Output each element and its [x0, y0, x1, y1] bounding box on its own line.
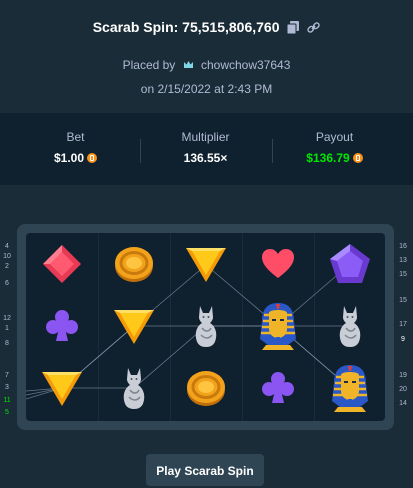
purple-pentagon-gem-icon — [330, 244, 370, 283]
slot-symbol-gold-coin — [98, 233, 170, 295]
purple-club-icon — [262, 372, 294, 403]
payline-number: 14 — [399, 400, 407, 407]
red-diamond-gem-icon — [43, 245, 81, 283]
bet-title: Scarab Spin: 75,515,806,760 — [92, 19, 280, 35]
bet-date: on 2/15/2022 at 2:43 PM — [140, 82, 273, 96]
slot-symbol-cat-statue — [98, 357, 170, 419]
multiplier-label: Multiplier — [181, 130, 230, 144]
vip-crown-icon — [181, 59, 195, 74]
payline-number: 19 — [399, 372, 407, 379]
red-heart-icon — [262, 249, 294, 278]
payout-value: $136.79 — [306, 151, 350, 165]
slot-symbol-gold-coin — [170, 357, 242, 419]
payline-number: 6 — [5, 280, 9, 287]
purple-club-icon — [46, 310, 78, 341]
payline-number: 11 — [3, 397, 11, 404]
gold-coin-icon — [115, 247, 153, 282]
payline-number: 4 — [5, 243, 9, 250]
pharaoh-mask-icon — [332, 365, 368, 412]
cat-statue-icon — [195, 306, 217, 347]
bet-label: Bet — [66, 130, 85, 144]
bitcoin-icon — [352, 153, 363, 163]
payline-number: 7 — [5, 372, 9, 379]
yellow-triangle-gem-icon — [114, 310, 154, 344]
slot-board — [17, 224, 394, 430]
play-scarab-spin-button[interactable]: Play Scarab Spin — [146, 454, 264, 486]
link-icon[interactable] — [307, 21, 321, 37]
payout-stat: Payout $136.79 — [266, 113, 403, 185]
slot-symbol-pharaoh-mask — [314, 357, 385, 419]
bet-stat: Bet $1.00 — [7, 113, 144, 185]
bet-value: $1.00 — [53, 151, 85, 165]
slot-symbol-yellow-triangle-gem — [26, 357, 98, 419]
yellow-triangle-gem-icon — [186, 248, 226, 282]
cat-statue-icon — [339, 306, 361, 347]
cat-statue-icon — [123, 368, 145, 409]
payline-number: 13 — [399, 257, 407, 264]
slot-symbol-purple-pentagon-gem — [314, 233, 385, 295]
multiplier-stat: Multiplier 136.55× — [137, 113, 274, 185]
bet-stats: Bet $1.00 Multiplier 136.55× Payout $136… — [0, 113, 413, 185]
yellow-triangle-gem-icon — [42, 372, 82, 406]
slot-symbol-yellow-triangle-gem — [170, 233, 242, 295]
multiplier-value: 136.55× — [183, 151, 228, 165]
payline-number: 3 — [5, 384, 9, 391]
payline-number: 17 — [399, 321, 407, 328]
bet-header: Scarab Spin: 75,515,806,760 Placed by ch… — [0, 0, 413, 113]
slot-symbol-purple-club — [242, 357, 314, 419]
slot-symbol-pharaoh-mask — [242, 295, 314, 357]
payout-label: Payout — [315, 130, 354, 144]
slot-symbol-purple-club — [26, 295, 98, 357]
payline-number: 8 — [5, 340, 9, 347]
slot-reels — [26, 233, 385, 421]
slot-symbol-cat-statue — [170, 295, 242, 357]
bet-title-row: Scarab Spin: 75,515,806,760 — [0, 19, 413, 37]
slot-symbol-red-diamond-gem — [26, 233, 98, 295]
payline-number: 20 — [399, 386, 407, 393]
username-link[interactable]: chowchow37643 — [201, 58, 290, 72]
gold-coin-icon — [187, 371, 225, 406]
payline-number: 15 — [399, 271, 407, 278]
payline-number: 16 — [399, 243, 407, 250]
payline-number: 10 — [3, 253, 11, 260]
payout-amount: $136.79 — [266, 151, 403, 165]
payline-number: 1 — [5, 325, 9, 332]
payline-number: 15 — [399, 297, 407, 304]
slot-symbol-yellow-triangle-gem — [98, 295, 170, 357]
bet-amount: $1.00 — [7, 151, 144, 165]
payline-number: 9 — [401, 336, 405, 343]
payline-number: 12 — [3, 315, 11, 322]
placed-by-label: Placed by — [122, 58, 176, 72]
placed-by: Placed by chowchow37643 — [0, 58, 413, 74]
slot-symbol-cat-statue — [314, 295, 385, 357]
copy-icon[interactable] — [286, 21, 300, 37]
pharaoh-mask-icon — [260, 303, 296, 350]
payline-number: 2 — [5, 263, 9, 270]
payline-number: 5 — [5, 409, 9, 416]
bitcoin-icon — [87, 153, 98, 163]
slot-symbol-red-heart — [242, 233, 314, 295]
